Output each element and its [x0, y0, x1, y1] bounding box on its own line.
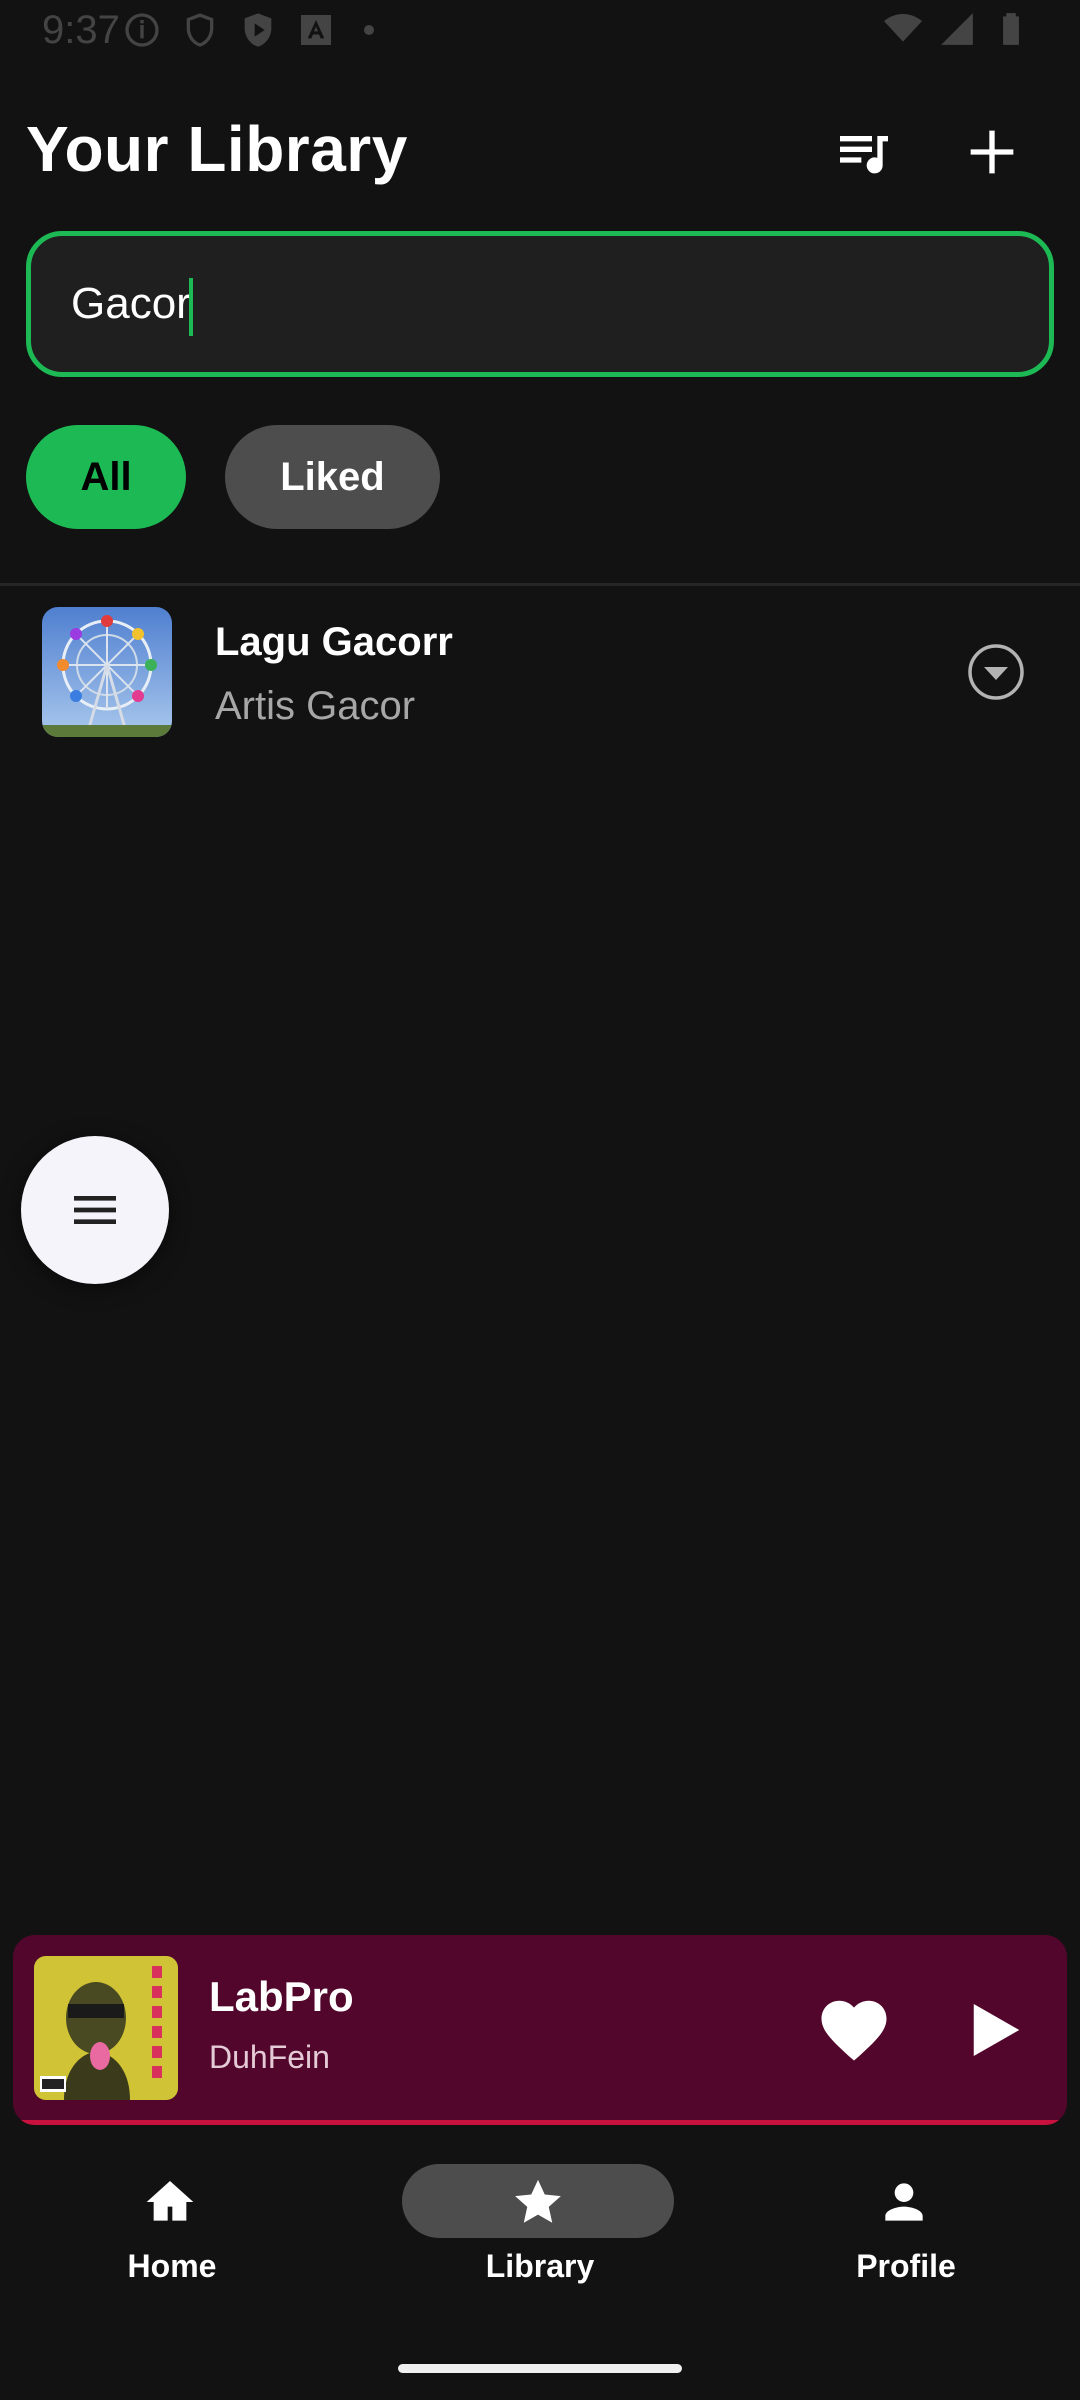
search-input[interactable]: [71, 274, 971, 334]
song-artist: Artis Gacor: [215, 684, 416, 728]
chevron-down-circle-icon: [968, 644, 1024, 700]
page-title: Your Library: [26, 113, 408, 185]
mini-player[interactable]: LabPro DuhFein: [13, 1935, 1067, 2125]
star-icon: [510, 2174, 566, 2230]
list-item[interactable]: Lagu Gacorr Artis Gacor: [0, 600, 1080, 746]
queue-music-icon: [840, 136, 888, 174]
info-icon: [125, 13, 159, 47]
heart-icon: [821, 2000, 887, 2061]
home-icon: [142, 2174, 198, 2230]
bottom-navigation: Home Library Profile: [0, 2150, 1080, 2340]
queue-music-button[interactable]: [830, 118, 898, 186]
divider: [0, 583, 1080, 586]
nav-library[interactable]: Library: [390, 2150, 690, 2300]
status-bar: 9:37: [0, 0, 1080, 60]
status-notification-icons: [122, 10, 374, 50]
now-playing-title: LabPro: [209, 1973, 354, 2020]
gesture-handle[interactable]: [398, 2364, 682, 2373]
item-options-button[interactable]: [966, 642, 1026, 702]
plus-icon: [970, 130, 1014, 174]
nav-home-label: Home: [127, 2248, 217, 2284]
cellular-signal-icon: [941, 13, 973, 45]
person-icon: [876, 2174, 932, 2230]
wifi-icon: [884, 13, 922, 42]
playback-progress: [13, 2120, 1067, 2125]
ferris-wheel-artwork: [42, 607, 172, 737]
play-button[interactable]: [951, 1991, 1029, 2069]
play-icon: [973, 2004, 1020, 2056]
notification-dot: [364, 25, 374, 35]
status-system-icons: [884, 10, 1030, 48]
nav-profile[interactable]: Profile: [756, 2150, 1056, 2300]
filter-chip-liked[interactable]: Liked: [225, 425, 440, 529]
app-icon: [301, 15, 331, 45]
battery-icon: [1003, 13, 1019, 45]
nav-library-label: Library: [485, 2248, 595, 2284]
search-field[interactable]: [26, 231, 1054, 377]
add-button[interactable]: [958, 118, 1026, 186]
nav-home[interactable]: Home: [22, 2150, 322, 2300]
shield-play-icon: [244, 13, 272, 47]
filter-chip-all[interactable]: All: [26, 425, 186, 529]
menu-icon: [74, 1196, 116, 1224]
library-screen: 9:37 Your Library All Liked: [0, 0, 1080, 2400]
like-button[interactable]: [815, 1991, 893, 2069]
now-playing-artist: DuhFein: [209, 2039, 330, 2075]
song-title: Lagu Gacorr: [215, 620, 453, 664]
playback-progress-fill: [13, 2120, 1067, 2125]
album-artwork: [34, 1956, 178, 2100]
nav-profile-label: Profile: [856, 2248, 956, 2284]
menu-fab[interactable]: [21, 1136, 169, 1284]
shield-icon: [186, 13, 214, 47]
text-cursor: [189, 278, 193, 336]
status-time: 9:37: [42, 8, 120, 52]
